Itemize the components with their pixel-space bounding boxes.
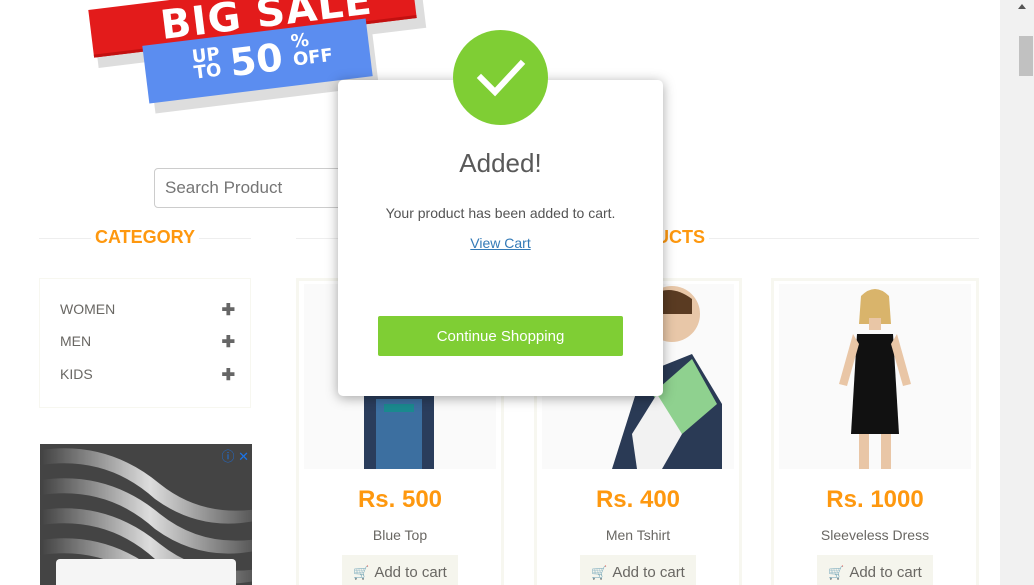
- continue-shopping-button[interactable]: Continue Shopping: [378, 316, 623, 356]
- add-to-cart-label: Add to cart: [849, 564, 922, 581]
- advertisement[interactable]: ⓘ ✕: [40, 444, 252, 585]
- modal-title: Added!: [459, 148, 542, 178]
- category-label: MEN: [60, 333, 92, 349]
- product-price: Rs. 500: [357, 486, 443, 513]
- scroll-up-icon[interactable]: [1018, 4, 1026, 9]
- add-to-cart-button[interactable]: 🛒 Add to cart: [342, 555, 458, 585]
- category-title: CATEGORY: [91, 227, 200, 248]
- banner-percent: 50: [227, 35, 286, 86]
- plus-icon[interactable]: ✚: [222, 300, 235, 320]
- category-item-men[interactable]: MEN ✚: [60, 333, 235, 351]
- product-name: Blue Top: [372, 527, 428, 543]
- category-panel: WOMEN ✚ MEN ✚ KIDS ✚: [39, 278, 251, 408]
- banner-off: % OFF: [289, 29, 335, 71]
- category-item-women[interactable]: WOMEN ✚: [60, 301, 235, 319]
- product-name: Men Tshirt: [605, 527, 671, 543]
- category-label: KIDS: [60, 366, 93, 382]
- check-icon: [476, 59, 526, 97]
- search-input[interactable]: [154, 168, 354, 208]
- add-to-cart-label: Add to cart: [612, 564, 685, 581]
- category-item-kids[interactable]: KIDS ✚: [60, 366, 235, 384]
- page: BIG SALE UP TO 50 % OFF CATEGORY UCTS WO…: [0, 0, 1034, 585]
- product-name: Sleeveless Dress: [820, 527, 930, 543]
- cart-icon: 🛒: [828, 565, 845, 580]
- scrollbar[interactable]: [1000, 0, 1034, 585]
- add-to-cart-button[interactable]: 🛒 Add to cart: [580, 555, 696, 585]
- view-cart-link[interactable]: View Cart: [338, 235, 663, 251]
- product-price: Rs. 400: [595, 486, 681, 513]
- scroll-thumb[interactable]: [1019, 36, 1033, 76]
- add-to-cart-label: Add to cart: [374, 564, 447, 581]
- modal-message: Your product has been added to cart.: [385, 205, 616, 221]
- product-price: Rs. 1000: [826, 486, 924, 513]
- cart-icon: 🛒: [591, 565, 608, 580]
- cart-icon: 🛒: [353, 565, 370, 580]
- category-label: WOMEN: [60, 301, 116, 317]
- ad-info-icon[interactable]: ⓘ ✕: [221, 446, 249, 465]
- add-to-cart-button[interactable]: 🛒 Add to cart: [817, 555, 933, 585]
- plus-icon[interactable]: ✚: [222, 332, 235, 352]
- product-card: Rs. 1000 Sleeveless Dress 🛒 Add to cart: [771, 278, 979, 585]
- ad-card: [56, 559, 236, 585]
- plus-icon[interactable]: ✚: [222, 365, 235, 385]
- added-to-cart-modal: Added! Your product has been added to ca…: [338, 30, 663, 396]
- success-badge: [453, 30, 548, 125]
- product-image: [779, 284, 971, 469]
